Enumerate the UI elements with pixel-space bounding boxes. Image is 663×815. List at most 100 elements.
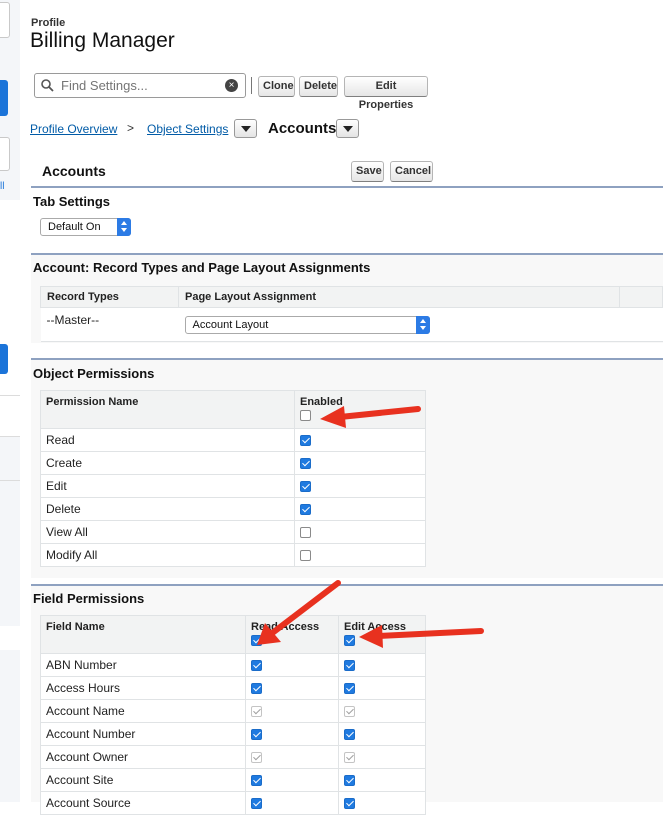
object-permissions-title: Object Permissions <box>33 366 155 381</box>
object-permissions-table: Permission Name Enabled Read Create Edit De… <box>40 390 426 567</box>
breadcrumb-profile-overview[interactable]: Profile Overview <box>30 122 117 136</box>
read-access-checkbox[interactable] <box>251 775 262 787</box>
read-header-cell: Read Access <box>245 615 339 654</box>
edit-access-checkbox[interactable] <box>344 798 355 810</box>
edit-all-checkbox[interactable] <box>344 635 355 646</box>
record-types-title: Account: Record Types and Page Layout As… <box>33 260 371 275</box>
edit-access-checkbox[interactable] <box>344 775 355 787</box>
column-header: Permission Name <box>40 390 295 429</box>
sidebar-input-box[interactable] <box>0 137 10 171</box>
page-title: Billing Manager <box>30 29 175 52</box>
column-header: Read Access <box>251 621 320 633</box>
enabled-cell <box>294 543 426 567</box>
breadcrumb-current: Accounts <box>268 120 337 137</box>
edit-cell <box>338 791 426 815</box>
left-sidebar-strip: ll <box>0 0 20 802</box>
sidebar-divider <box>0 480 20 481</box>
column-header: Field Name <box>40 615 246 654</box>
read-cell <box>245 745 339 769</box>
page-layout-select[interactable]: Account Layout <box>184 315 430 334</box>
field-name: Account Owner <box>40 745 246 769</box>
edit-header-cell: Edit Access <box>338 615 426 654</box>
permission-name: Edit <box>40 474 295 498</box>
column-header: Page Layout Assignment <box>178 286 620 308</box>
enable-all-checkbox[interactable] <box>300 410 311 421</box>
enabled-header-cell: Enabled <box>294 390 426 429</box>
sidebar-panel <box>0 626 20 650</box>
read-access-checkbox <box>251 706 262 718</box>
permission-checkbox[interactable] <box>300 435 311 447</box>
permission-checkbox[interactable] <box>300 458 311 470</box>
field-name: Account Number <box>40 722 246 746</box>
permission-checkbox[interactable] <box>300 527 311 539</box>
field-name: ABN Number <box>40 653 246 677</box>
table-row: Modify All <box>40 543 426 567</box>
save-button[interactable]: Save <box>351 161 384 182</box>
enabled-cell <box>294 497 426 521</box>
object-title: Accounts <box>42 163 106 179</box>
read-access-checkbox[interactable] <box>251 798 262 810</box>
clone-button[interactable]: Clone <box>258 76 295 97</box>
chevron-down-icon <box>241 126 251 132</box>
table-row: Account Source <box>40 791 426 815</box>
table-row: Account Owner <box>40 745 426 769</box>
tab-settings-selected: Default On <box>48 221 101 233</box>
column-header: Enabled <box>300 396 343 408</box>
sidebar-divider <box>0 436 20 437</box>
field-permissions-table: Field Name Read Access Edit Access ABN N… <box>40 615 426 815</box>
tab-settings-title: Tab Settings <box>33 194 111 209</box>
field-name: Access Hours <box>40 676 246 700</box>
field-name: Account Name <box>40 699 246 723</box>
field-name: Account Source <box>40 791 246 815</box>
toolbar-separator <box>251 77 252 94</box>
edit-cell <box>338 676 426 700</box>
read-cell <box>245 653 339 677</box>
table-header-row: Permission Name Enabled <box>40 390 426 429</box>
read-access-checkbox[interactable] <box>251 660 262 672</box>
enabled-cell <box>294 451 426 475</box>
search-input[interactable] <box>59 76 219 95</box>
permission-name: Delete <box>40 497 295 521</box>
read-all-checkbox[interactable] <box>251 635 262 646</box>
column-header: Record Types <box>40 286 179 308</box>
edit-properties-button[interactable]: Edit Properties <box>344 76 428 111</box>
tab-settings-select[interactable]: Default On <box>40 218 131 236</box>
layout-cell: Account Layout <box>178 307 663 342</box>
clear-search-icon[interactable]: × <box>225 79 238 92</box>
permission-name: Modify All <box>40 543 295 567</box>
find-settings-search[interactable]: × <box>34 73 246 98</box>
sidebar-link-fragment[interactable]: ll <box>0 181 4 192</box>
edit-access-checkbox[interactable] <box>344 729 355 741</box>
page-layout-selected: Account Layout <box>192 318 269 331</box>
permission-checkbox[interactable] <box>300 481 311 493</box>
edit-cell <box>338 745 426 769</box>
edit-access-checkbox[interactable] <box>344 683 355 695</box>
record-type-name: --Master-- <box>40 307 179 342</box>
select-spinner-icon <box>415 315 430 334</box>
column-header: Edit Access <box>344 621 406 633</box>
field-permissions-title: Field Permissions <box>33 591 145 606</box>
table-row: --Master-- Account Layout <box>40 307 663 342</box>
cancel-button[interactable]: Cancel <box>390 161 433 182</box>
delete-button[interactable]: Delete <box>299 76 338 97</box>
permission-name: Create <box>40 451 295 475</box>
sidebar-blue-button[interactable] <box>0 80 8 116</box>
permission-checkbox[interactable] <box>300 550 311 562</box>
permission-name: View All <box>40 520 295 544</box>
read-access-checkbox[interactable] <box>251 683 262 695</box>
edit-access-checkbox[interactable] <box>344 660 355 672</box>
breadcrumb-object-settings[interactable]: Object Settings <box>147 122 228 136</box>
table-row: Access Hours <box>40 676 426 700</box>
permission-checkbox[interactable] <box>300 504 311 516</box>
sidebar-blue-button-2[interactable] <box>0 344 8 374</box>
profile-label: Profile <box>31 17 66 29</box>
table-header-row: Field Name Read Access Edit Access <box>40 615 426 654</box>
sidebar-panel <box>0 200 20 436</box>
table-row: Read <box>40 428 426 452</box>
read-access-checkbox[interactable] <box>251 729 262 741</box>
accounts-dropdown[interactable] <box>336 119 359 138</box>
object-settings-dropdown[interactable] <box>234 119 257 138</box>
enabled-cell <box>294 474 426 498</box>
breadcrumb-separator: > <box>127 121 135 135</box>
read-cell <box>245 768 339 792</box>
